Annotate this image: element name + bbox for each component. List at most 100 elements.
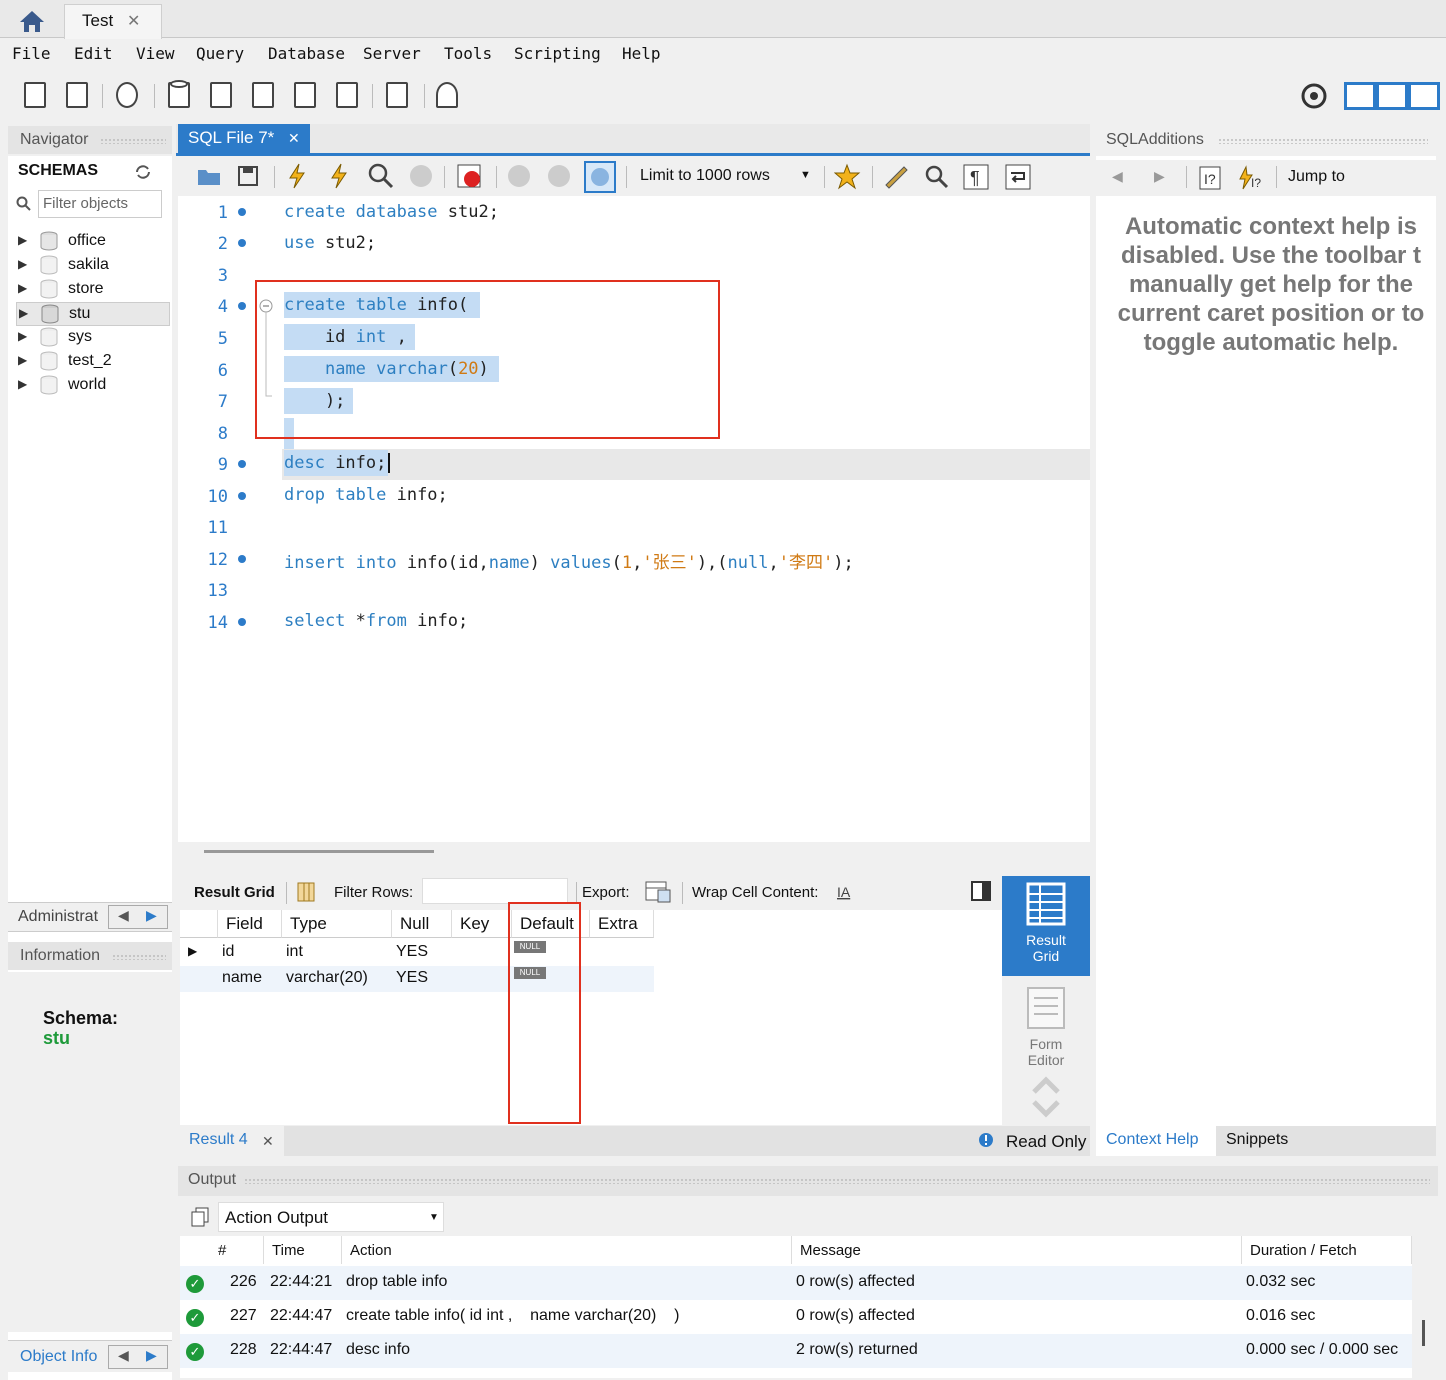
- toggle-output-icon[interactable]: [1376, 82, 1408, 110]
- connection-tab-test[interactable]: Test ✕: [64, 4, 162, 39]
- open-file-icon[interactable]: [196, 164, 222, 188]
- column-header-null[interactable]: Null: [392, 910, 452, 938]
- manual-help-icon[interactable]: I?: [1198, 165, 1222, 191]
- output-column-time[interactable]: Time: [264, 1236, 342, 1264]
- toggle-panel-icon[interactable]: [970, 880, 992, 902]
- form-editor-button[interactable]: Form Editor: [1002, 980, 1090, 1070]
- tab-object-info[interactable]: Object Info: [20, 1348, 97, 1366]
- menu-file[interactable]: File: [12, 44, 51, 63]
- schema-item-sakila[interactable]: ▶ sakila: [16, 254, 170, 278]
- expand-arrow-icon[interactable]: ▶: [18, 257, 27, 271]
- output-column-message[interactable]: Message: [792, 1236, 1242, 1264]
- column-header-field[interactable]: Field: [218, 910, 282, 938]
- close-icon[interactable]: ✕: [288, 130, 300, 147]
- expand-arrow-icon[interactable]: ▶: [18, 329, 27, 343]
- arrow-left-icon[interactable]: ◀: [118, 907, 129, 924]
- create-table-icon[interactable]: [206, 78, 238, 112]
- close-icon[interactable]: ✕: [127, 11, 140, 31]
- tab-sql-file-7[interactable]: SQL File 7* ✕: [178, 124, 310, 155]
- reconnect-icon[interactable]: [432, 78, 464, 112]
- toggle-error-icon[interactable]: [456, 163, 484, 189]
- tab-snippets[interactable]: Snippets: [1226, 1131, 1288, 1149]
- menu-view[interactable]: View: [136, 44, 175, 63]
- output-row[interactable]: ✓ 226 22:44:21 drop table info 0 row(s) …: [180, 1266, 1412, 1300]
- execute-icon[interactable]: [284, 162, 310, 190]
- output-row[interactable]: ✓ 227 22:44:47 create table info( id int…: [180, 1300, 1412, 1334]
- cell-null[interactable]: YES: [390, 966, 428, 992]
- arrow-right-icon[interactable]: ▶: [146, 907, 157, 924]
- menu-edit[interactable]: Edit: [74, 44, 113, 63]
- toggle-additions-icon[interactable]: [1408, 82, 1440, 110]
- arrow-left-icon[interactable]: ◀: [118, 1347, 129, 1364]
- expand-arrow-icon[interactable]: ▶: [18, 281, 27, 295]
- settings-icon[interactable]: [1298, 80, 1330, 112]
- output-row[interactable]: ✓ 228 22:44:47 desc info 2 row(s) return…: [180, 1334, 1412, 1368]
- forward-icon[interactable]: ▶: [1154, 168, 1165, 185]
- expand-arrow-icon[interactable]: ▶: [19, 306, 28, 320]
- vertical-scrollbar[interactable]: [1422, 1320, 1425, 1346]
- cell-field[interactable]: id: [216, 940, 234, 966]
- invisible-chars-icon[interactable]: ¶: [962, 163, 990, 191]
- execute-current-icon[interactable]: [326, 162, 352, 190]
- home-tab[interactable]: [6, 4, 58, 38]
- rollback-icon[interactable]: [546, 163, 572, 189]
- output-column-action[interactable]: Action: [342, 1236, 792, 1264]
- copy-icon[interactable]: [190, 1206, 210, 1228]
- refresh-icon[interactable]: [134, 164, 152, 180]
- cell-type[interactable]: varchar(20): [280, 966, 368, 992]
- menu-help[interactable]: Help: [622, 44, 661, 63]
- stop-icon[interactable]: [408, 163, 434, 189]
- schema-item-test-2[interactable]: ▶ test_2: [16, 350, 170, 374]
- commit-icon[interactable]: [506, 163, 532, 189]
- output-column-number[interactable]: #: [210, 1236, 264, 1264]
- table-row[interactable]: name varchar(20) YES NULL: [180, 966, 654, 992]
- table-row[interactable]: ▶ id int YES NULL: [180, 940, 654, 966]
- result-grid-button[interactable]: Result Grid: [1002, 876, 1090, 976]
- expand-arrow-icon[interactable]: ▶: [18, 353, 27, 367]
- schema-item-sys[interactable]: ▶ sys: [16, 326, 170, 350]
- column-header-key[interactable]: Key: [452, 910, 512, 938]
- expand-arrow-icon[interactable]: ▶: [18, 377, 27, 391]
- tab-result-4[interactable]: Result 4 ✕: [180, 1126, 284, 1156]
- wrap-cell-icon[interactable]: IA: [836, 882, 854, 902]
- inspector-icon[interactable]: [112, 78, 144, 112]
- create-procedure-icon[interactable]: [290, 78, 322, 112]
- auto-help-icon[interactable]: I?: [1236, 165, 1264, 191]
- result-grid[interactable]: Field Type Null Key Default Extra ▶ id i…: [180, 910, 1002, 1125]
- export-icon[interactable]: [644, 880, 672, 904]
- beautify-icon[interactable]: [882, 163, 910, 191]
- schema-item-store[interactable]: ▶ store: [16, 278, 170, 302]
- toggle-sidebar-icon[interactable]: [1344, 82, 1376, 110]
- create-view-icon[interactable]: [248, 78, 280, 112]
- wrap-lines-icon[interactable]: [1004, 163, 1032, 191]
- explain-icon[interactable]: [366, 162, 394, 190]
- jump-to-select[interactable]: Jump to: [1288, 168, 1345, 186]
- result-grid-label[interactable]: Result Grid: [194, 884, 275, 901]
- schema-item-office[interactable]: ▶ office: [16, 230, 170, 254]
- search-table-data-icon[interactable]: [382, 78, 414, 112]
- column-header-extra[interactable]: Extra: [590, 910, 654, 938]
- cell-null[interactable]: YES: [390, 940, 428, 966]
- output-type-select[interactable]: Action Output ▼: [218, 1202, 444, 1232]
- filter-rows-input[interactable]: [422, 878, 568, 904]
- filter-objects-input[interactable]: Filter objects: [38, 190, 162, 218]
- schema-item-stu[interactable]: ▶ stu: [16, 302, 170, 326]
- expand-arrow-icon[interactable]: ▶: [18, 233, 27, 247]
- menu-scripting[interactable]: Scripting: [514, 44, 601, 63]
- find-icon[interactable]: [922, 163, 950, 191]
- tab-administration[interactable]: Administrat: [18, 908, 98, 926]
- save-icon[interactable]: [236, 164, 260, 188]
- cell-type[interactable]: int: [280, 940, 303, 966]
- tab-context-help[interactable]: Context Help: [1096, 1126, 1216, 1156]
- create-function-icon[interactable]: [332, 78, 364, 112]
- arrow-right-icon[interactable]: ▶: [146, 1347, 157, 1364]
- output-column-duration[interactable]: Duration / Fetch: [1242, 1236, 1412, 1264]
- create-schema-icon[interactable]: [164, 78, 196, 112]
- menu-tools[interactable]: Tools: [444, 44, 492, 63]
- column-header-type[interactable]: Type: [282, 910, 392, 938]
- cell-field[interactable]: name: [216, 966, 262, 992]
- horizontal-scrollbar[interactable]: [204, 850, 434, 853]
- add-snippet-icon[interactable]: [834, 163, 862, 191]
- new-sql-tab-icon[interactable]: [20, 78, 52, 112]
- menu-server[interactable]: Server: [363, 44, 421, 63]
